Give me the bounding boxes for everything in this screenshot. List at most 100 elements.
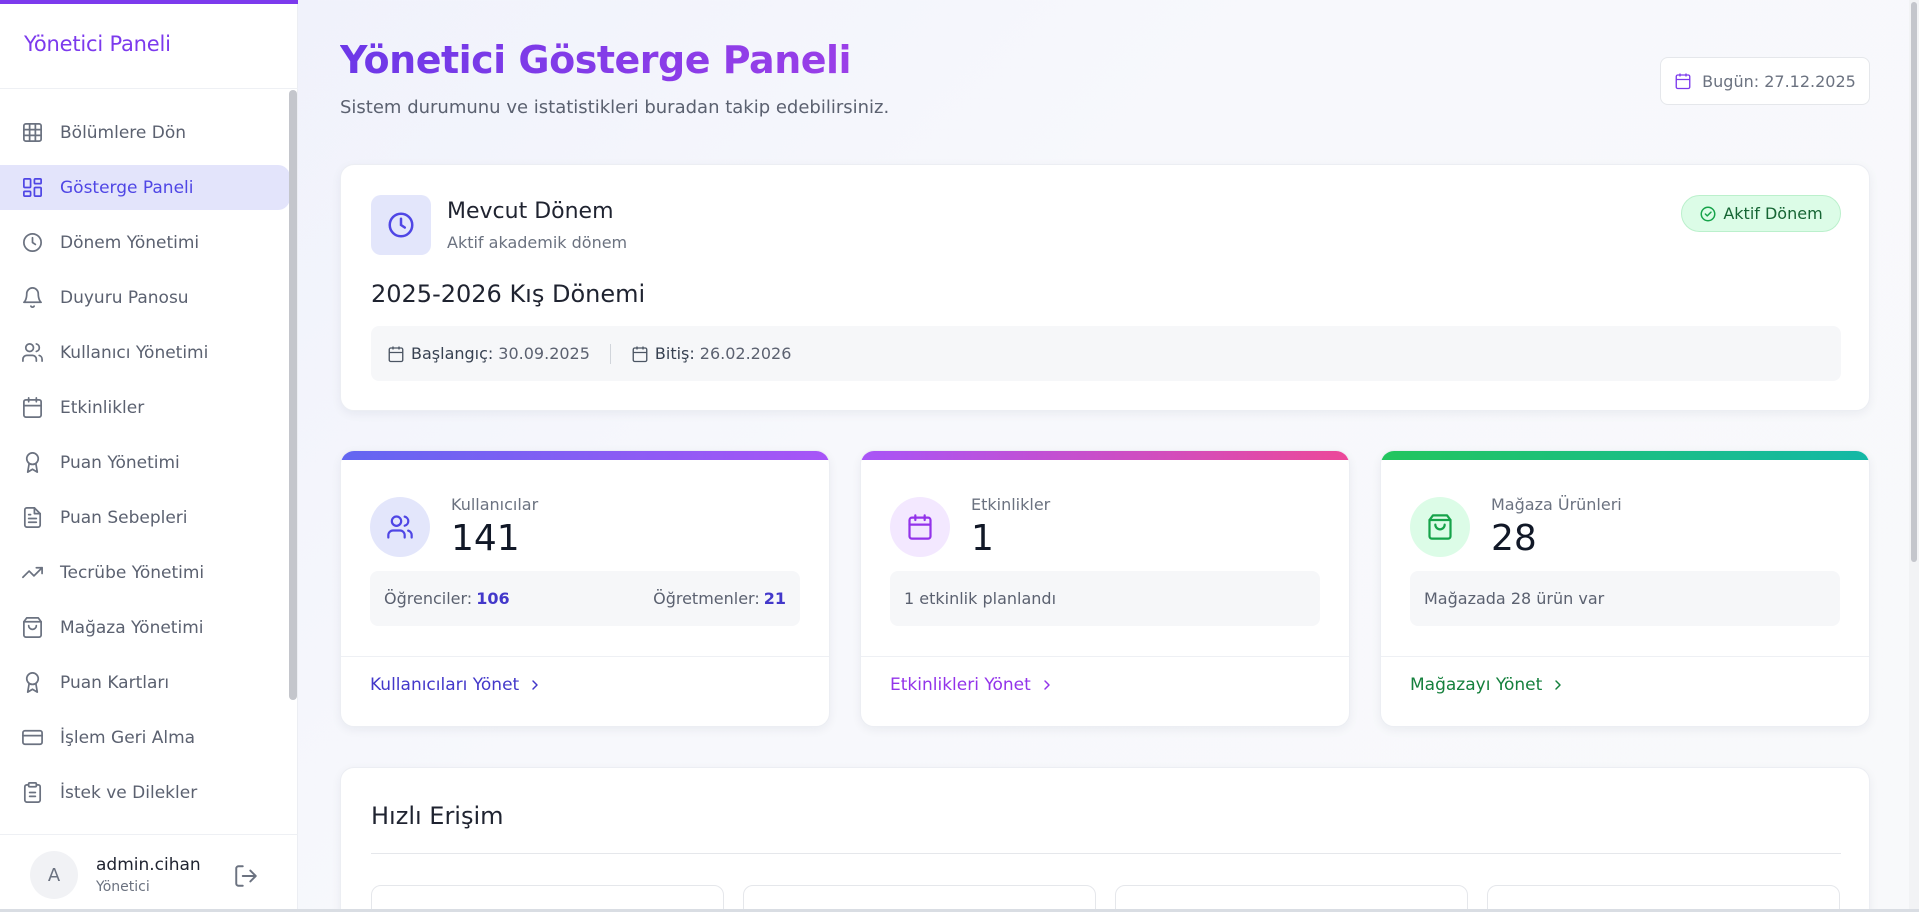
- stat-label: Etkinlikler: [971, 495, 1051, 514]
- check-circle-icon: [1700, 206, 1716, 221]
- sidebar-item-bolumlere-don[interactable]: Bölümlere Dön: [0, 110, 290, 155]
- sidebar-item-puan-sebepleri[interactable]: Puan Sebepleri: [0, 495, 290, 540]
- award-icon: [20, 451, 44, 475]
- status-badge-label: Aktif Dönem: [1723, 204, 1823, 223]
- stat-value: 1: [971, 518, 994, 559]
- sidebar-item-duyuru-panosu[interactable]: Duyuru Panosu: [0, 275, 290, 320]
- clock-icon: [20, 231, 44, 255]
- students-count: Öğrenciler: 106: [384, 589, 510, 608]
- students-label: Öğrenciler:: [384, 589, 473, 608]
- teachers-value: 21: [763, 589, 786, 608]
- period-dates: Başlangıç: 30.09.2025 Bitiş: 26.02.2026: [371, 326, 1841, 381]
- sidebar-item-islem-geri-alma[interactable]: İşlem Geri Alma: [0, 715, 290, 760]
- shopping-bag-icon: [20, 616, 44, 640]
- quick-access-tile[interactable]: [1487, 885, 1840, 912]
- divider: [341, 656, 829, 657]
- sidebar-item-label: Etkinlikler: [60, 397, 145, 418]
- sidebar-item-label: Duyuru Panosu: [60, 287, 189, 308]
- calendar-icon: [890, 497, 950, 557]
- quick-access-tile[interactable]: [1115, 885, 1468, 912]
- sidebar-item-istek-ve-dilekler[interactable]: İstek ve Dilekler: [0, 770, 290, 815]
- manage-users-link[interactable]: Kullanıcıları Yönet: [370, 675, 543, 695]
- page-scrollbar[interactable]: [1911, 2, 1917, 562]
- period-title: Mevcut Dönem: [447, 199, 614, 224]
- trending-up-icon: [20, 561, 44, 585]
- user-name: admin.cihan: [96, 855, 201, 875]
- sidebar-top-accent: [0, 0, 298, 4]
- students-value: 106: [476, 589, 510, 608]
- sidebar-item-etkinlikler[interactable]: Etkinlikler: [0, 385, 290, 430]
- period-subtitle: Aktif akademik dönem: [447, 233, 628, 252]
- stat-info: 1 etkinlik planlandı: [890, 571, 1320, 626]
- user-profile: A admin.cihan Yönetici: [30, 851, 201, 899]
- events-stat-card: Etkinlikler 1 1 etkinlik planlandı Etkin…: [860, 450, 1350, 727]
- sidebar-item-kullanici-yonetimi[interactable]: Kullanıcı Yönetimi: [0, 330, 290, 375]
- sidebar-item-magaza-yonetimi[interactable]: Mağaza Yönetimi: [0, 605, 290, 650]
- sidebar-item-label: Puan Sebepleri: [60, 507, 188, 528]
- status-badge: Aktif Dönem: [1681, 195, 1841, 232]
- shopping-bag-icon: [1410, 497, 1470, 557]
- quick-access-card: Hızlı Erişim: [340, 767, 1870, 912]
- page-subtitle: Sistem durumunu ve istatistikleri burada…: [340, 97, 890, 118]
- card-accent-bar: [341, 451, 829, 460]
- sidebar-scrollbar[interactable]: [289, 90, 297, 700]
- sidebar-item-label: Gösterge Paneli: [60, 177, 194, 198]
- quick-access-tile[interactable]: [371, 885, 724, 912]
- calendar-icon: [388, 346, 404, 362]
- chevron-right-icon: [1044, 680, 1050, 690]
- user-role: Yönetici: [96, 879, 150, 895]
- clock-icon: [371, 195, 431, 255]
- stat-info-text: 1 etkinlik planlandı: [904, 589, 1057, 608]
- page-title: Yönetici Gösterge Paneli: [340, 38, 852, 82]
- quick-access-tile[interactable]: [743, 885, 1096, 912]
- sidebar: Yönetici Paneli Bölümlere Dön Gösterge P…: [0, 0, 298, 912]
- sidebar-item-gosterge-paneli[interactable]: Gösterge Paneli: [0, 165, 290, 210]
- sidebar-item-puan-kartlari[interactable]: Puan Kartları: [0, 660, 290, 705]
- calendar-icon: [1675, 73, 1691, 90]
- sidebar-item-label: İşlem Geri Alma: [60, 727, 196, 748]
- period-start: Başlangıç: 30.09.2025: [387, 344, 590, 363]
- divider: [1381, 656, 1869, 657]
- stat-info: Mağazada 28 ürün var: [1410, 571, 1840, 626]
- manage-store-label: Mağazayı Yönet: [1410, 675, 1543, 695]
- period-start-value: 30.09.2025: [498, 344, 590, 363]
- calendar-icon: [20, 396, 44, 420]
- stat-info-text: Mağazada 28 ürün var: [1424, 589, 1605, 608]
- quick-access-title: Hızlı Erişim: [371, 802, 504, 830]
- manage-events-label: Etkinlikleri Yönet: [890, 675, 1031, 695]
- sidebar-item-tecrube-yonetimi[interactable]: Tecrübe Yönetimi: [0, 550, 290, 595]
- sidebar-item-label: Puan Yönetimi: [60, 452, 180, 473]
- sidebar-item-puan-yonetimi[interactable]: Puan Yönetimi: [0, 440, 290, 485]
- sidebar-item-label: Kullanıcı Yönetimi: [60, 342, 209, 363]
- sidebar-nav: Bölümlere Dön Gösterge Paneli Dönem Yöne…: [0, 110, 290, 825]
- sidebar-item-donem-yonetimi[interactable]: Dönem Yönetimi: [0, 220, 290, 265]
- calendar-icon: [632, 346, 648, 362]
- period-end-value: 26.02.2026: [699, 344, 792, 363]
- users-stat-card: Kullanıcılar 141 Öğrenciler: 106 Öğretmen…: [340, 450, 830, 727]
- logout-icon[interactable]: [233, 863, 259, 889]
- stat-value: 28: [1491, 518, 1537, 559]
- stat-label: Kullanıcılar: [451, 495, 539, 514]
- sidebar-item-label: Tecrübe Yönetimi: [60, 562, 205, 583]
- brand-title[interactable]: Yönetici Paneli: [24, 32, 171, 56]
- manage-events-link[interactable]: Etkinlikleri Yönet: [890, 675, 1055, 695]
- manage-store-link[interactable]: Mağazayı Yönet: [1410, 675, 1566, 695]
- stat-label: Mağaza Ürünleri: [1491, 495, 1622, 514]
- divider: [861, 656, 1349, 657]
- avatar[interactable]: A: [30, 851, 78, 899]
- sidebar-item-label: Dönem Yönetimi: [60, 232, 200, 253]
- users-icon: [20, 341, 44, 365]
- chevron-right-icon: [1555, 680, 1561, 690]
- card-accent-bar: [861, 451, 1349, 460]
- store-stat-card: Mağaza Ürünleri 28 Mağazada 28 ürün var …: [1380, 450, 1870, 727]
- award-icon: [20, 671, 44, 695]
- period-start-label: Başlangıç:: [411, 344, 494, 363]
- sidebar-item-label: Bölümlere Dön: [60, 122, 187, 143]
- dashboard-icon: [20, 176, 44, 200]
- period-name: 2025-2026 Kış Dönemi: [371, 280, 646, 308]
- credit-card-icon: [20, 726, 44, 750]
- card-accent-bar: [1381, 451, 1869, 460]
- sidebar-item-label: Mağaza Yönetimi: [60, 617, 204, 638]
- manage-users-label: Kullanıcıları Yönet: [370, 675, 520, 695]
- file-text-icon: [20, 506, 44, 530]
